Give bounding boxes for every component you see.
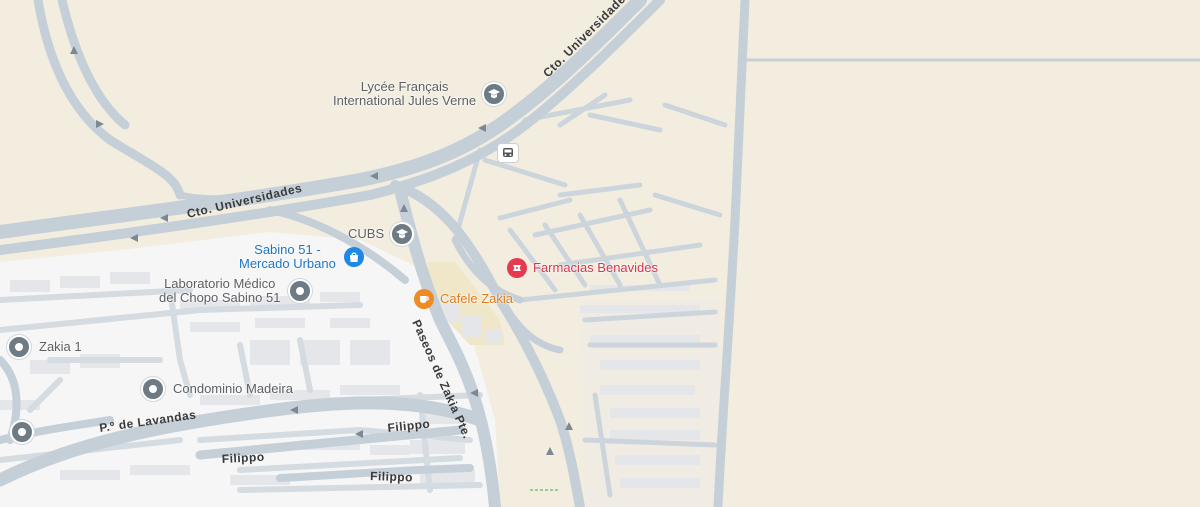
poi-condominio-madeira[interactable]: Condominio Madeira	[141, 377, 293, 401]
coffee-cup-icon	[414, 289, 434, 309]
poi-sabino-label-line2: Mercado Urbano	[239, 255, 336, 271]
poi-farmacias-label: Farmacias Benavides	[533, 260, 658, 276]
poi-zakia-1[interactable]: Zakia 1	[7, 335, 82, 359]
road-label-filippo-2: Filippo	[221, 450, 265, 466]
map-base-layer: Cto. Universidades Cto. Universidades Pa…	[0, 0, 1200, 507]
poi-lycee-francais[interactable]: Lycée Français International Jules Verne	[333, 79, 507, 108]
shopping-bag-icon	[343, 246, 364, 267]
poi-unlabeled-place[interactable]	[10, 420, 34, 444]
bus-stop-icon[interactable]	[497, 143, 519, 163]
poi-laboratorio-medico[interactable]: Laboratorio Médico del Chopo Sabino 51	[159, 276, 313, 305]
place-pin-icon	[10, 420, 34, 444]
pharmacy-icon	[507, 258, 527, 278]
school-icon	[482, 81, 507, 106]
poi-madeira-label: Condominio Madeira	[173, 381, 293, 397]
place-pin-icon	[141, 377, 165, 401]
road-label-filippo-3: Filippo	[370, 469, 413, 484]
poi-sabino-51[interactable]: Sabino 51 - Mercado Urbano	[239, 243, 364, 270]
poi-cafele-label: Cafele Zakia	[440, 291, 513, 307]
map-canvas[interactable]: Cto. Universidades Cto. Universidades Pa…	[0, 0, 1200, 507]
poi-zakia1-label: Zakia 1	[39, 339, 82, 355]
poi-lab-label-line1: Laboratorio Médico	[164, 276, 276, 291]
poi-lycee-label-line1: Lycée Français	[360, 79, 449, 94]
residential-area-east	[580, 300, 720, 507]
poi-farmacias-benavides[interactable]: Farmacias Benavides	[507, 258, 658, 278]
poi-lab-label-line2: del Chopo Sabino 51	[159, 289, 281, 305]
poi-lycee-label-line2: International Jules Verne	[333, 92, 477, 108]
school-icon	[390, 222, 415, 246]
place-pin-icon	[7, 335, 31, 359]
poi-sabino-label-line1: Sabino 51 -	[254, 242, 321, 257]
poi-cubs-label: CUBS	[348, 226, 385, 242]
poi-cafele-zakia[interactable]: Cafele Zakia	[414, 289, 513, 309]
place-pin-icon	[288, 278, 313, 303]
